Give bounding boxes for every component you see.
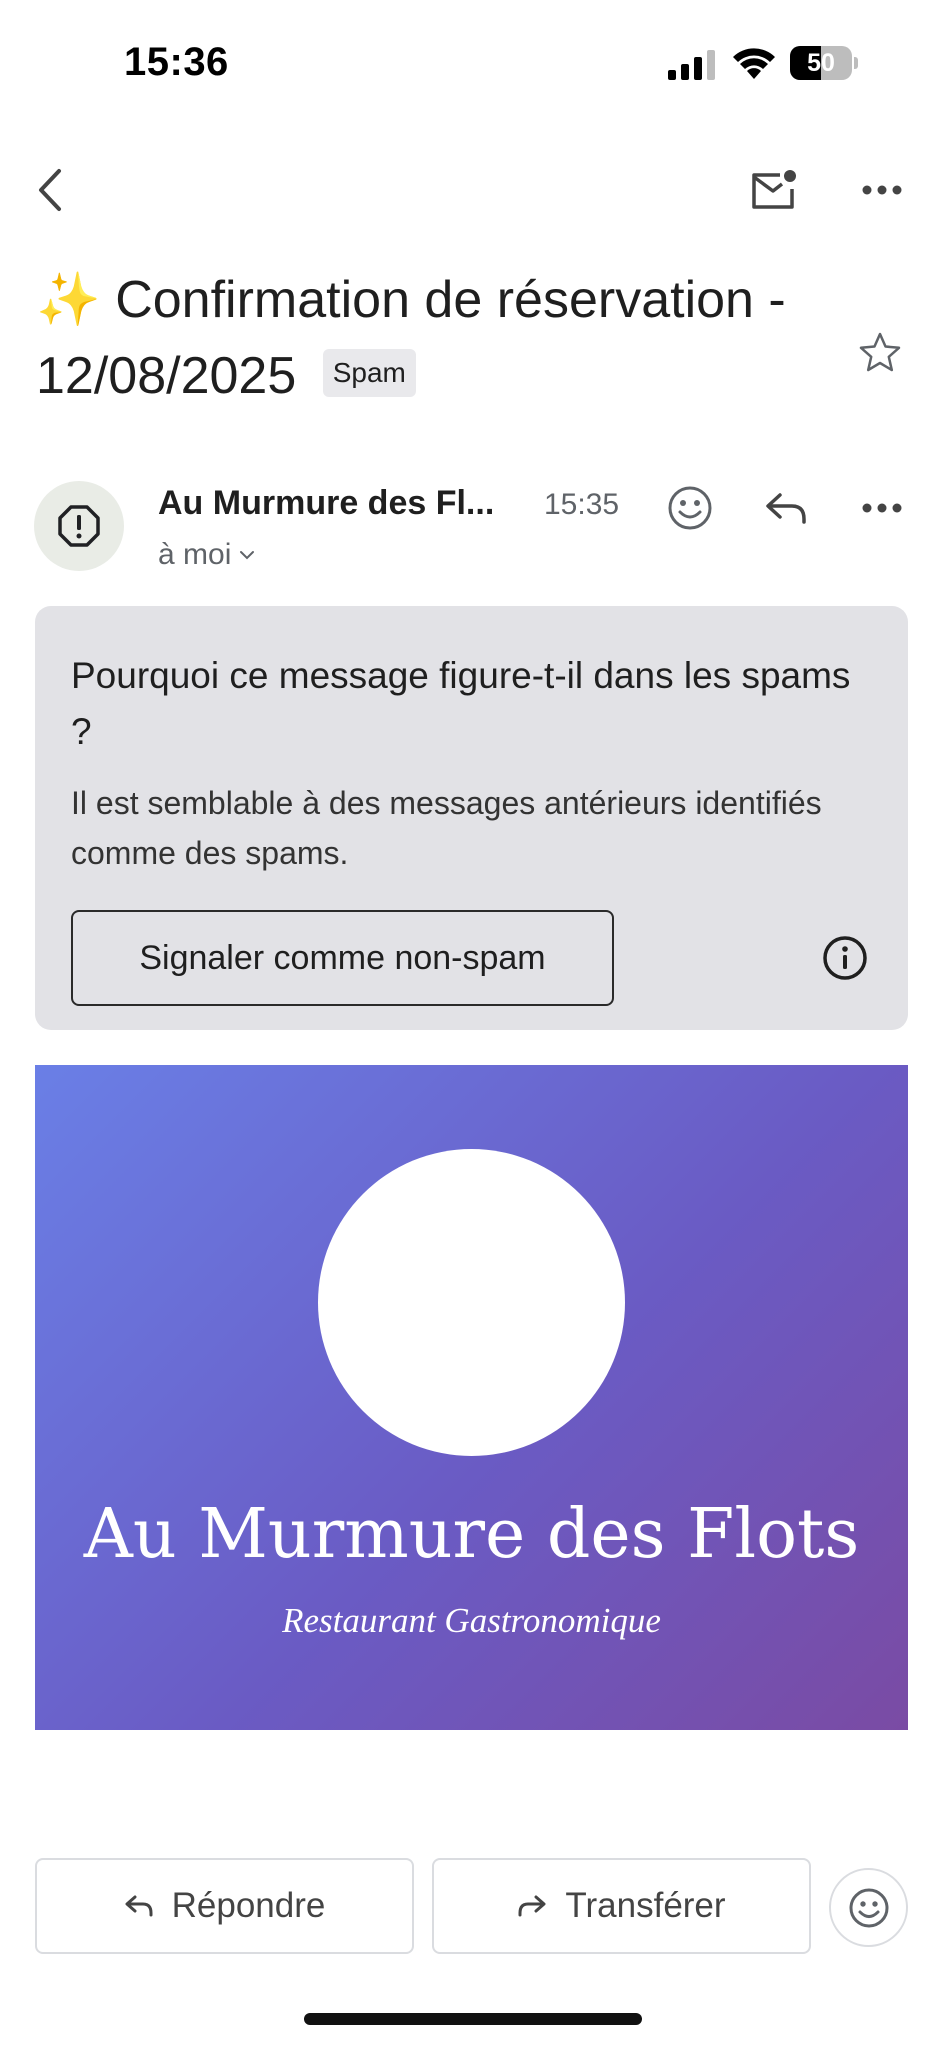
sender-name[interactable]: Au Murmure des Fl... [158, 484, 494, 523]
mail-unread-icon [752, 170, 796, 209]
wifi-icon [733, 48, 775, 79]
emoji-smile-icon [668, 486, 712, 530]
more-horizontal-icon [862, 185, 902, 195]
restaurant-name: Au Murmure des Flots [83, 1495, 860, 1574]
message-toolbar [0, 150, 944, 230]
email-subject: ✨ Confirmation de réservation - 12/08/20… [36, 262, 836, 414]
sparkles-emoji: ✨ [36, 271, 101, 329]
chevron-left-icon [39, 169, 61, 211]
warning-octagon-icon [58, 505, 100, 547]
reply-button[interactable] [756, 478, 816, 538]
spam-notice-description: Il est semblable à des messages antérieu… [71, 785, 822, 871]
chevron-down-icon [240, 551, 255, 560]
mark-unread-button[interactable] [744, 160, 804, 220]
star-outline-icon [859, 332, 901, 372]
reply-icon [125, 1895, 153, 1917]
spam-notice-panel: Pourquoi ce message figure-t-il dans les… [35, 606, 908, 1030]
spam-notice-title: Pourquoi ce message figure-t-il dans les… [71, 655, 851, 752]
more-horizontal-icon [862, 503, 902, 513]
forward-button[interactable]: Transférer [432, 1858, 811, 1954]
respond-button[interactable]: Répondre [35, 1858, 414, 1954]
home-indicator[interactable] [304, 2013, 642, 2025]
forward-icon [518, 1895, 546, 1917]
restaurant-logo [318, 1149, 625, 1456]
message-time: 15:35 [544, 488, 620, 521]
battery-level: 50 [807, 49, 835, 77]
spam-label-badge[interactable]: Spam [322, 349, 416, 398]
message-more-button[interactable] [852, 478, 912, 538]
restaurant-tagline: Restaurant Gastronomique [282, 1601, 661, 1640]
status-time: 15:36 [124, 40, 229, 84]
recipient-label: à moi [158, 538, 232, 571]
restaurant-banner: Au Murmure des Flots Restaurant Gastrono… [35, 1065, 908, 1730]
battery-icon: 50 [790, 46, 858, 80]
back-button[interactable] [24, 160, 76, 220]
emoji-smile-icon [849, 1888, 888, 1927]
reply-icon [766, 493, 806, 524]
cellular-signal-icon [668, 50, 715, 80]
recipient-details-toggle[interactable]: à moi [158, 538, 255, 572]
info-icon [823, 936, 867, 980]
more-options-button[interactable] [852, 160, 912, 220]
star-button[interactable] [850, 322, 910, 382]
sender-avatar[interactable] [34, 481, 124, 571]
forward-label: Transférer [565, 1886, 726, 1925]
report-not-spam-button[interactable]: Signaler comme non-spam [71, 910, 614, 1006]
emoji-reaction-button[interactable] [829, 1868, 908, 1947]
respond-label: Répondre [171, 1886, 326, 1925]
spam-info-button[interactable] [819, 932, 871, 984]
status-bar: 15:36 50 [0, 0, 944, 120]
add-reaction-button[interactable] [660, 478, 720, 538]
